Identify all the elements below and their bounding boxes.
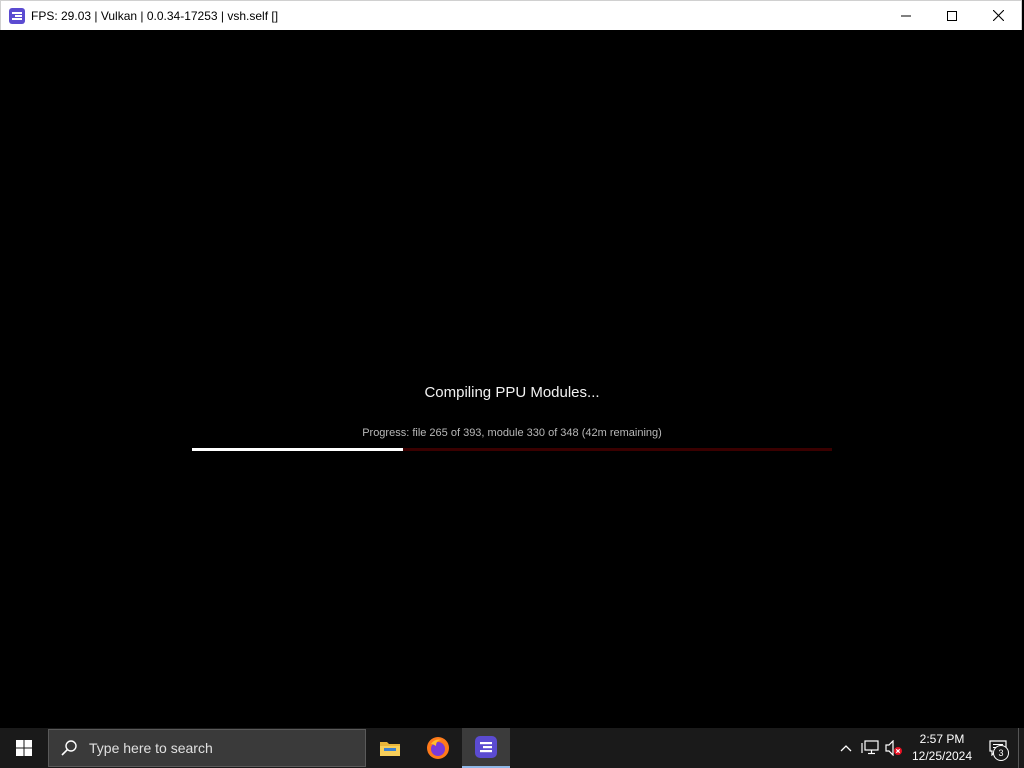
close-icon [992, 10, 1004, 21]
minimize-button[interactable] [883, 1, 929, 30]
progress-bar-fill [192, 448, 404, 451]
rpcs3-icon [475, 736, 497, 758]
taskbar-app-firefox[interactable] [414, 728, 462, 768]
compile-status-title: Compiling PPU Modules... [424, 384, 600, 401]
action-center-button[interactable]: 3 [978, 728, 1018, 768]
show-desktop-button[interactable] [1018, 728, 1024, 768]
search-placeholder: Type here to search [89, 740, 213, 756]
emulator-window: FPS: 29.03 | Vulkan | 0.0.34-17253 | vsh… [0, 0, 1024, 728]
window-title: FPS: 29.03 | Vulkan | 0.0.34-17253 | vsh… [31, 8, 279, 23]
compile-progress-text: Progress: file 265 of 393, module 330 of… [362, 427, 662, 439]
search-icon [59, 738, 79, 758]
volume-muted-icon [885, 740, 902, 756]
taskbar-app-file-explorer[interactable] [366, 728, 414, 768]
folder-icon [380, 742, 400, 756]
clock-date: 12/25/2024 [911, 749, 973, 763]
maximize-button[interactable] [929, 1, 975, 30]
taskbar-app-rpcs3[interactable] [462, 728, 510, 768]
title-bar[interactable]: FPS: 29.03 | Vulkan | 0.0.34-17253 | vsh… [0, 0, 1022, 30]
volume-tray-button[interactable] [882, 728, 906, 768]
show-hidden-icons-button[interactable] [834, 728, 858, 768]
minimize-icon [901, 15, 911, 16]
taskbar-clock[interactable]: 2:57 PM 12/25/2024 [906, 731, 978, 765]
maximize-icon [947, 10, 957, 21]
network-icon [861, 740, 879, 755]
window-controls [883, 1, 1021, 30]
chevron-up-icon [840, 745, 852, 752]
notification-count-badge: 3 [993, 745, 1009, 761]
game-viewport[interactable]: Compiling PPU Modules... Progress: file … [0, 30, 1024, 728]
system-tray: 2:57 PM 12/25/2024 3 [834, 728, 1024, 768]
taskbar: Type here to search 2:57 PM 12/25/2024 3 [0, 728, 1024, 768]
close-button[interactable] [975, 1, 1021, 30]
windows-logo-icon [16, 740, 32, 756]
progress-bar-track [192, 448, 832, 451]
taskbar-search-box[interactable]: Type here to search [48, 729, 366, 767]
clock-time: 2:57 PM [919, 732, 965, 746]
start-button[interactable] [0, 728, 48, 768]
network-tray-button[interactable] [858, 728, 882, 768]
firefox-icon [427, 737, 449, 759]
rpcs3-app-icon [9, 7, 25, 24]
